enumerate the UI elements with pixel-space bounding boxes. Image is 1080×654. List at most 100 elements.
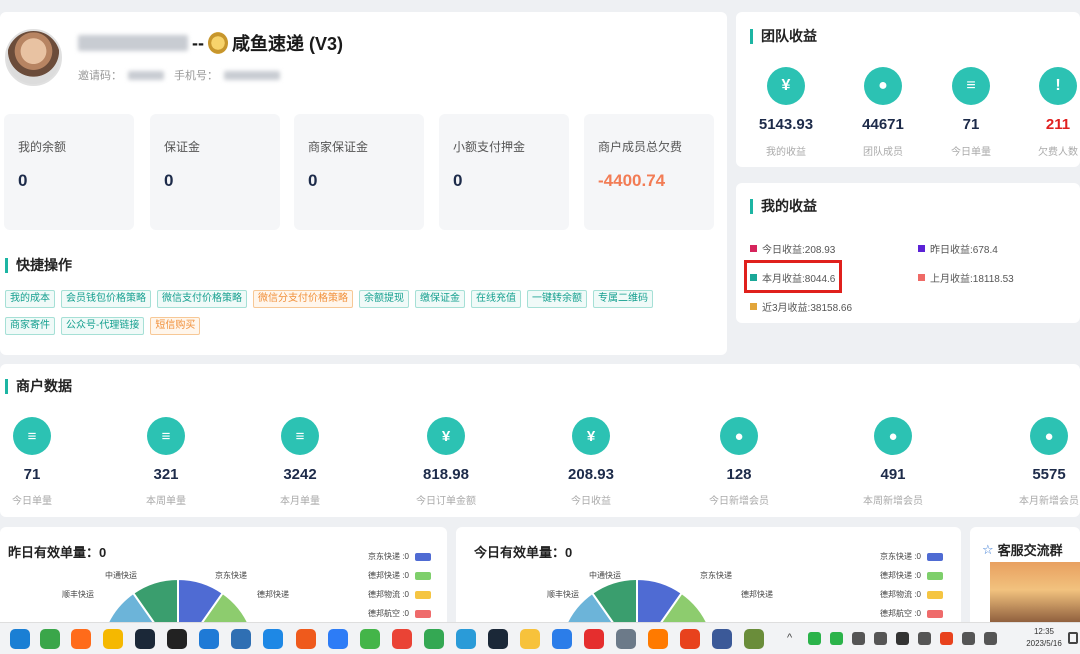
tray-icon[interactable] bbox=[940, 632, 953, 645]
pie-label: 顺丰快运 bbox=[62, 589, 94, 600]
tray-icon[interactable] bbox=[962, 632, 975, 645]
taskbar-app-icon[interactable] bbox=[712, 629, 732, 649]
quick-action-tag[interactable]: 专属二维码 bbox=[593, 290, 653, 308]
taskbar-app-icon[interactable] bbox=[103, 629, 123, 649]
taskbar-app-icon[interactable] bbox=[263, 629, 283, 649]
taskbar-app-icon[interactable] bbox=[40, 629, 60, 649]
money-bag-icon: ¥ bbox=[572, 417, 610, 455]
earnings-text: 上月收益:18118.53 bbox=[930, 270, 1014, 285]
tray-icon[interactable] bbox=[808, 632, 821, 645]
merchant-stat-label: 今日新增会员 bbox=[684, 492, 794, 507]
legend-item[interactable]: 京东快递 :0 bbox=[880, 551, 943, 562]
taskbar-app-icon[interactable] bbox=[520, 629, 540, 649]
taskbar-app-icon[interactable] bbox=[328, 629, 348, 649]
document-icon: ≡ bbox=[281, 417, 319, 455]
merchant-stat-label: 今日单量 bbox=[0, 492, 87, 507]
quick-action-tag[interactable]: 余额提现 bbox=[359, 290, 409, 308]
taskbar-app-icon[interactable] bbox=[10, 629, 30, 649]
quick-action-tag[interactable]: 微信支付价格策略 bbox=[157, 290, 247, 308]
money-bag-icon: ¥ bbox=[427, 417, 465, 455]
legend-item[interactable]: 德邦物流 :0 bbox=[368, 589, 431, 600]
taskbar-app-icon[interactable] bbox=[392, 629, 412, 649]
highlight-box bbox=[744, 260, 842, 293]
chart-title: 今日有效单量：0 bbox=[474, 542, 572, 561]
legend-item[interactable]: 德邦物流 :0 bbox=[880, 589, 943, 600]
legend-item[interactable]: 德邦航空 :0 bbox=[368, 608, 431, 619]
quick-action-tag[interactable]: 缴保证金 bbox=[415, 290, 465, 308]
tray-icon[interactable] bbox=[874, 632, 887, 645]
taskbar-app-icon[interactable] bbox=[488, 629, 508, 649]
tray-icon[interactable] bbox=[852, 632, 865, 645]
taskbar-app-icon[interactable] bbox=[424, 629, 444, 649]
notification-icon[interactable] bbox=[1068, 632, 1078, 644]
legend-label: 德邦快递 :0 bbox=[368, 570, 409, 581]
legend-swatch bbox=[927, 591, 943, 599]
merchant-stat-value: 208.93 bbox=[536, 466, 646, 483]
merchant-stat-label: 本周新增会员 bbox=[838, 492, 948, 507]
service-group-image[interactable] bbox=[990, 562, 1080, 624]
pie-label: 中通快运 bbox=[105, 570, 137, 581]
taskbar-app-icon[interactable] bbox=[648, 629, 668, 649]
stat-value: 0 bbox=[308, 171, 317, 191]
taskbar-app-icon[interactable] bbox=[360, 629, 380, 649]
taskbar-app-icon[interactable] bbox=[744, 629, 764, 649]
taskbar-app-icon[interactable] bbox=[584, 629, 604, 649]
stat-value: 0 bbox=[453, 171, 462, 191]
earnings-row: 近3月收益:38158.66 bbox=[750, 299, 852, 314]
legend-item[interactable]: 京东快递 :0 bbox=[368, 551, 431, 562]
earnings-text: 今日收益:208.93 bbox=[762, 241, 835, 256]
merchant-stat-label: 本周单量 bbox=[111, 492, 221, 507]
taskbar-app-icon[interactable] bbox=[456, 629, 476, 649]
app-name: 咸鱼速递 (V3) bbox=[232, 30, 343, 56]
taskbar-app-icon[interactable] bbox=[616, 629, 636, 649]
stat-member-arrears[interactable]: 商户成员总欠费 -4400.74 bbox=[584, 114, 714, 230]
legend-item[interactable]: 德邦航空 :0 bbox=[880, 608, 943, 619]
money-bag-icon: ¥ bbox=[767, 67, 805, 105]
taskbar-app-icon[interactable] bbox=[296, 629, 316, 649]
quick-action-tag[interactable]: 一键转余额 bbox=[527, 290, 587, 308]
taskbar-app-icon[interactable] bbox=[552, 629, 572, 649]
quick-action-tag[interactable]: 商家寄件 bbox=[5, 317, 55, 335]
taskbar: ^ 12:35 2023/5/16 bbox=[0, 622, 1080, 654]
stat-deposit[interactable]: 保证金 0 bbox=[150, 114, 280, 230]
pie-label: 京东快递 bbox=[700, 570, 732, 581]
legend-item[interactable]: 德邦快递 :0 bbox=[368, 570, 431, 581]
quick-action-tag[interactable]: 短信购买 bbox=[150, 317, 200, 335]
legend-label: 京东快递 :0 bbox=[880, 551, 921, 562]
merchant-stat-value: 818.98 bbox=[391, 466, 501, 483]
quick-action-tag[interactable]: 微信分支付价格策略 bbox=[253, 290, 353, 308]
merchant-stat-label: 今日收益 bbox=[536, 492, 646, 507]
quick-action-tag[interactable]: 我的成本 bbox=[5, 290, 55, 308]
legend-item[interactable]: 德邦快递 :0 bbox=[880, 570, 943, 581]
stat-label: 商家保证金 bbox=[308, 138, 368, 155]
quick-actions-list: 我的成本会员钱包价格策略微信支付价格策略微信分支付价格策略余额提现缴保证金在线充… bbox=[5, 290, 705, 335]
stat-merchant-deposit[interactable]: 商家保证金 0 bbox=[294, 114, 424, 230]
tray-icon[interactable] bbox=[918, 632, 931, 645]
team-stat-value: 211 bbox=[1008, 116, 1080, 133]
stat-micro-pay-deposit[interactable]: 小额支付押金 0 bbox=[439, 114, 569, 230]
quick-action-tag[interactable]: 公众号-代理链接 bbox=[61, 317, 144, 335]
clock[interactable]: 12:35 2023/5/16 bbox=[1022, 626, 1066, 650]
tray-icon[interactable] bbox=[830, 632, 843, 645]
quick-action-tag[interactable]: 在线充值 bbox=[471, 290, 521, 308]
legend-swatch bbox=[415, 591, 431, 599]
title-separator: -- bbox=[192, 33, 204, 54]
taskbar-app-icon[interactable] bbox=[231, 629, 251, 649]
stat-balance[interactable]: 我的余额 0 bbox=[4, 114, 134, 230]
quick-action-tag[interactable]: 会员钱包价格策略 bbox=[61, 290, 151, 308]
pie-chart bbox=[537, 577, 737, 627]
taskbar-app-icon[interactable] bbox=[71, 629, 91, 649]
tray-icon[interactable] bbox=[896, 632, 909, 645]
team-earnings-title: 团队收益 bbox=[750, 29, 817, 44]
taskbar-app-icon[interactable] bbox=[135, 629, 155, 649]
clock-time: 12:35 bbox=[1022, 626, 1066, 638]
taskbar-app-icon[interactable] bbox=[167, 629, 187, 649]
legend-label: 德邦物流 :0 bbox=[368, 589, 409, 600]
profile-subinfo: 邀请码： 手机号： bbox=[78, 67, 280, 83]
pie-label: 中通快运 bbox=[589, 570, 621, 581]
taskbar-app-icon[interactable] bbox=[680, 629, 700, 649]
team-stat-value: 71 bbox=[921, 116, 1021, 133]
taskbar-app-icon[interactable] bbox=[199, 629, 219, 649]
tray-chevron-icon[interactable]: ^ bbox=[787, 632, 792, 644]
tray-icon[interactable] bbox=[984, 632, 997, 645]
